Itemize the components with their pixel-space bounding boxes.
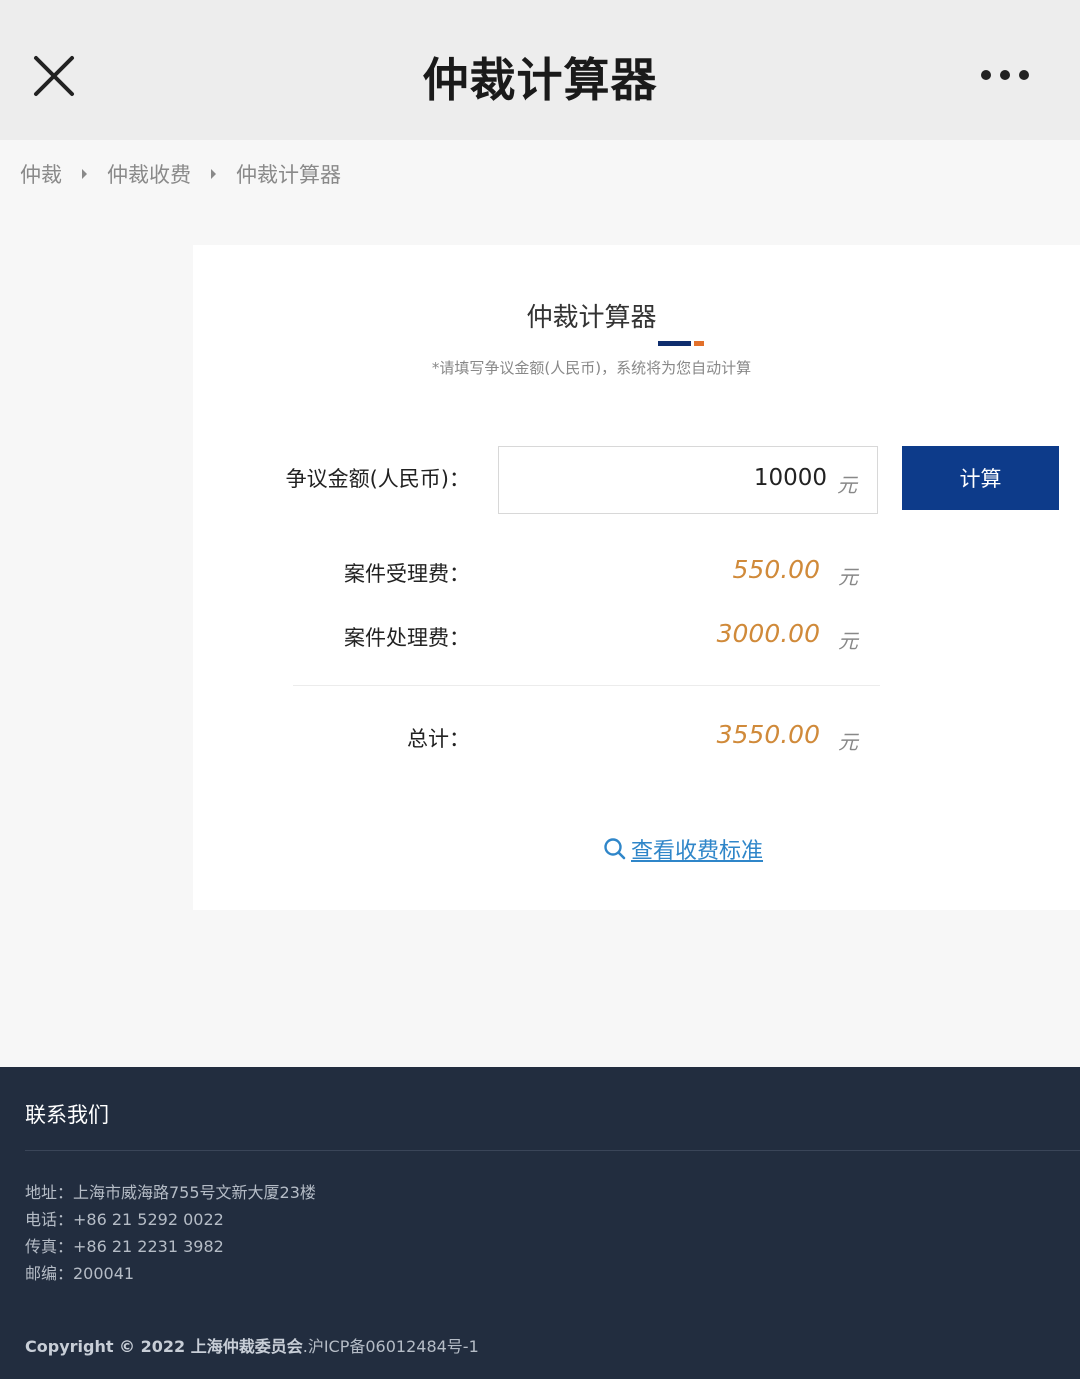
contact-postcode: 邮编：200041 [25, 1264, 135, 1283]
total-unit: 元 [838, 730, 858, 754]
calculator-hint: *请填写争议金额(人民币)，系统将为您自动计算 [431, 359, 752, 377]
contact-list: 地址：上海市威海路755号文新大厦23楼 电话：+86 21 5292 0022… [25, 1179, 316, 1287]
page-title: 仲裁计算器 [422, 53, 658, 107]
footer-divider [25, 1150, 1080, 1151]
processing-fee-unit: 元 [838, 629, 858, 653]
total-value: 3550.00 [716, 720, 820, 749]
acceptance-fee-label: 案件受理费： [344, 562, 470, 586]
processing-fee-value: 3000.00 [716, 619, 820, 648]
calculator-card: 仲裁计算器 *请填写争议金额(人民币)，系统将为您自动计算 争议金额(人民币)：… [193, 245, 1080, 910]
breadcrumb: 仲裁 仲裁收费 仲裁计算器 [20, 156, 341, 192]
footer: 联系我们 地址：上海市威海路755号文新大厦23楼 电话：+86 21 5292… [0, 1067, 1080, 1379]
contact-phone[interactable]: 电话：+86 21 5292 0022 [25, 1206, 316, 1233]
amount-unit: 元 [837, 473, 857, 497]
results-divider [293, 685, 880, 686]
copyright: Copyright © 2022 上海仲裁委员会.沪ICP备06012484号-… [25, 1333, 479, 1357]
total-label: 总计： [407, 727, 470, 751]
amount-label: 争议金额(人民币)： [285, 467, 470, 491]
acceptance-fee-value: 550.00 [732, 555, 820, 584]
title-accent-bar [658, 341, 704, 346]
fee-standard-link[interactable]: 查看收费标准 [603, 833, 763, 865]
amount-input-value: 10000 [753, 465, 827, 491]
search-icon [604, 838, 626, 860]
copyright-owner: Copyright © 2022 上海仲裁委员会 [25, 1337, 303, 1356]
calculator-title: 仲裁计算器 [526, 303, 657, 333]
amount-input[interactable]: 10000 元 [498, 446, 878, 514]
fee-standard-link-label: 查看收费标准 [631, 839, 764, 864]
copyright-icp[interactable]: .沪ICP备06012484号-1 [303, 1337, 479, 1356]
footer-title: 联系我们 [25, 1103, 109, 1127]
processing-fee-label: 案件处理费： [344, 626, 470, 650]
breadcrumb-chevron-icon [82, 169, 87, 179]
breadcrumb-item-calculator[interactable]: 仲裁计算器 [236, 159, 341, 189]
breadcrumb-chevron-icon [211, 169, 216, 179]
top-navigation-bar: 仲裁计算器 [0, 0, 1080, 140]
breadcrumb-item-arbitration-fees[interactable]: 仲裁收费 [107, 159, 191, 189]
contact-address: 地址：上海市威海路755号文新大厦23楼 [25, 1183, 316, 1202]
breadcrumb-item-arbitration[interactable]: 仲裁 [20, 159, 62, 189]
acceptance-fee-unit: 元 [838, 565, 858, 589]
contact-fax: 传真：+86 21 2231 3982 [25, 1237, 224, 1256]
more-icon[interactable] [972, 58, 1038, 92]
calculate-button[interactable]: 计算 [902, 446, 1059, 510]
